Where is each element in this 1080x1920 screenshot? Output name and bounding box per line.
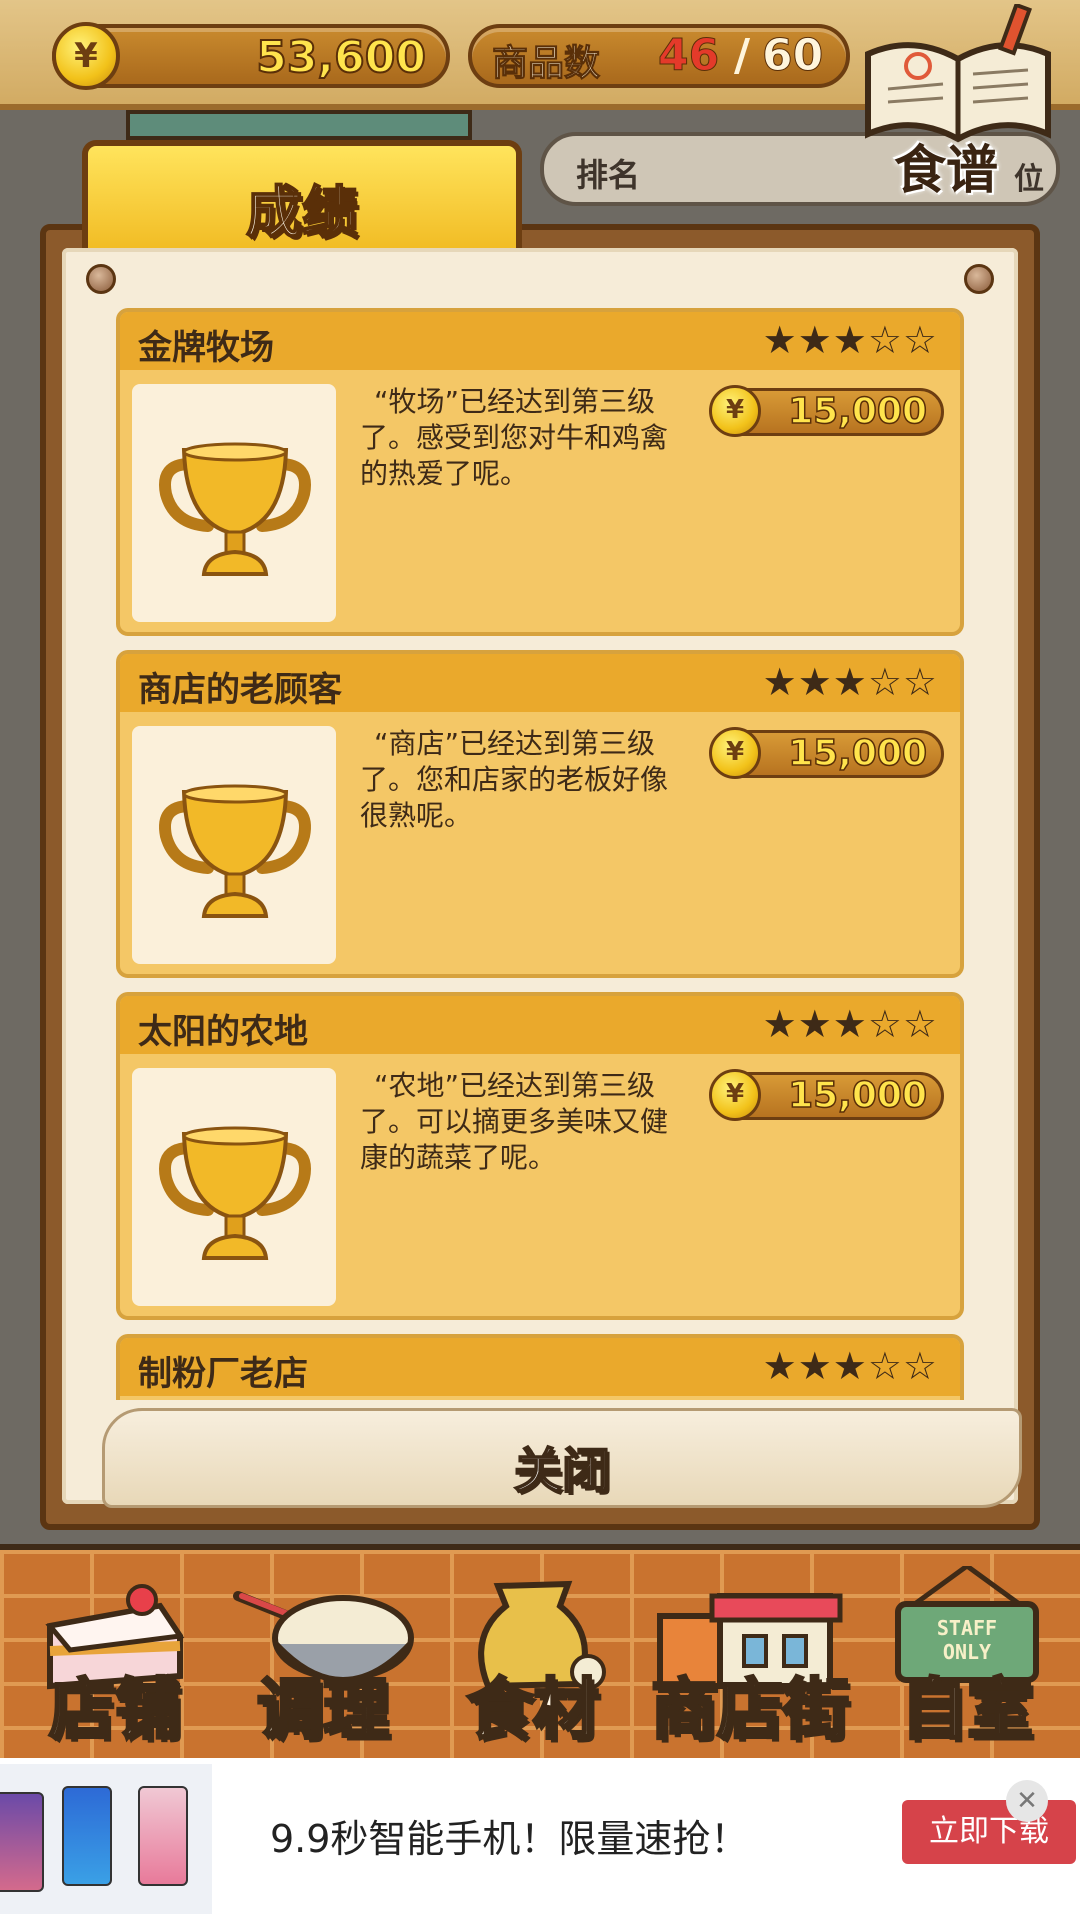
close-button[interactable]: 关闭 [102,1408,1022,1508]
achievement-thumbnail [132,726,336,964]
close-button-label: 关闭 [513,1442,611,1500]
achievement-reward: ¥ 15,000 [709,1069,944,1121]
yen-coin-icon: ¥ [709,727,761,779]
nav-item-shop[interactable]: 店铺 [30,1550,200,1764]
reward-value: 15,000 [787,1074,927,1117]
achievement-thumbnail [132,384,336,622]
item-count-total: 60 [761,30,824,82]
pin-icon [86,264,116,294]
achievement-header: 制粉厂老店 ★★★☆☆ [120,1338,960,1396]
money-value: 53,600 [255,31,427,84]
achievement-star-rating: ★★★☆☆ [762,1002,938,1046]
ad-download-button[interactable]: 立即下载 [902,1800,1076,1864]
nav-label: 食材 [466,1670,601,1750]
achievement-reward: ¥ 15,000 [709,727,944,779]
nav-item-my-room[interactable]: STAFF ONLY 自室 [882,1550,1052,1764]
ad-image [0,1764,212,1914]
achievement-title: 制粉厂老店 [138,1354,308,1394]
achievement-title: 金牌牧场 [138,328,274,368]
achievements-list[interactable]: 金牌牧场 ★★★☆☆ “牧场”已经达到第三级了。感受到您对牛和鸡禽的热爱了呢。 … [116,308,964,1400]
ad-close-icon[interactable]: ✕ [1006,1780,1048,1822]
achievement-card: 商店的老顾客 ★★★☆☆ “商店”已经达到第三级了。您和店家的老板好像很熟呢。 … [116,650,964,978]
achievement-title: 商店的老顾客 [138,670,342,710]
trophy-icon [159,442,311,576]
achievement-description: “农地”已经达到第三级了。可以摘更多美味又健康的蔬菜了呢。 [360,1069,669,1174]
bottom-nav: 店铺 调理 食材 商店街 STAFF ONLY 自室 [0,1544,1080,1758]
recipe-button-label: 食谱 [894,141,999,201]
achievement-title: 太阳的农地 [138,1012,308,1052]
yen-coin-icon: ¥ [52,22,120,90]
reward-value: 15,000 [787,390,927,433]
ad-banner[interactable]: 9.9秒智能手机！限量速抢！ 立即下载 ✕ [0,1758,1080,1920]
achievement-thumbnail [132,1068,336,1306]
phone-image [138,1786,188,1886]
nav-item-shopping-street[interactable]: 商店街 [640,1550,860,1764]
recipe-book-button[interactable]: 食谱 [858,4,1058,201]
achievement-header: 金牌牧场 ★★★☆☆ [120,312,960,370]
achievement-header: 太阳的农地 ★★★☆☆ [120,996,960,1054]
tab-ranking-label: 排名 [576,156,641,194]
achievement-reward: ¥ 15,000 [709,385,944,437]
ad-text: 9.9秒智能手机！限量速抢！ [270,1817,749,1861]
achievement-description: “商店”已经达到第三级了。您和店家的老板好像很熟呢。 [360,727,669,832]
achievement-card: 金牌牧场 ★★★☆☆ “牧场”已经达到第三级了。感受到您对牛和鸡禽的热爱了呢。 … [116,308,964,636]
reward-value: 15,000 [787,732,927,775]
pin-icon [964,264,994,294]
trophy-icon [159,1126,311,1260]
tab-achievements[interactable]: 成绩 [82,140,522,260]
achievement-star-rating: ★★★☆☆ [762,1344,938,1388]
nav-label: 调理 [256,1670,391,1750]
nav-label: 店铺 [48,1670,183,1750]
yen-coin-icon: ¥ [709,1069,761,1121]
item-count-display: 商品数 46 / 60 [468,24,850,88]
nav-label: 自室 [900,1670,1035,1750]
phone-image [62,1786,112,1886]
trophy-icon [159,784,311,918]
item-count-current: 46 [657,30,720,82]
yen-coin-icon: ¥ [709,385,761,437]
tab-achievements-label: 成绩 [245,180,359,247]
achievement-description: “牧场”已经达到第三级了。感受到您对牛和鸡禽的热爱了呢。 [360,385,669,490]
money-display: ¥ 53,600 [52,22,450,90]
background-poster [126,110,472,140]
achievement-header: 商店的老顾客 ★★★☆☆ [120,654,960,712]
item-count-label: 商品数 [491,43,601,85]
nav-item-cooking[interactable]: 调理 [228,1550,418,1764]
phone-image [0,1792,44,1892]
nav-label: 商店街 [650,1670,851,1750]
achievement-card: 制粉厂老店 ★★★☆☆ [116,1334,964,1400]
achievement-card: 太阳的农地 ★★★☆☆ “农地”已经达到第三级了。可以摘更多美味又健康的蔬菜了呢… [116,992,964,1320]
nav-item-ingredients[interactable]: 食材 [448,1550,618,1764]
item-count-separator: / [734,30,751,81]
achievement-star-rating: ★★★☆☆ [762,660,938,704]
achievement-star-rating: ★★★☆☆ [762,318,938,362]
